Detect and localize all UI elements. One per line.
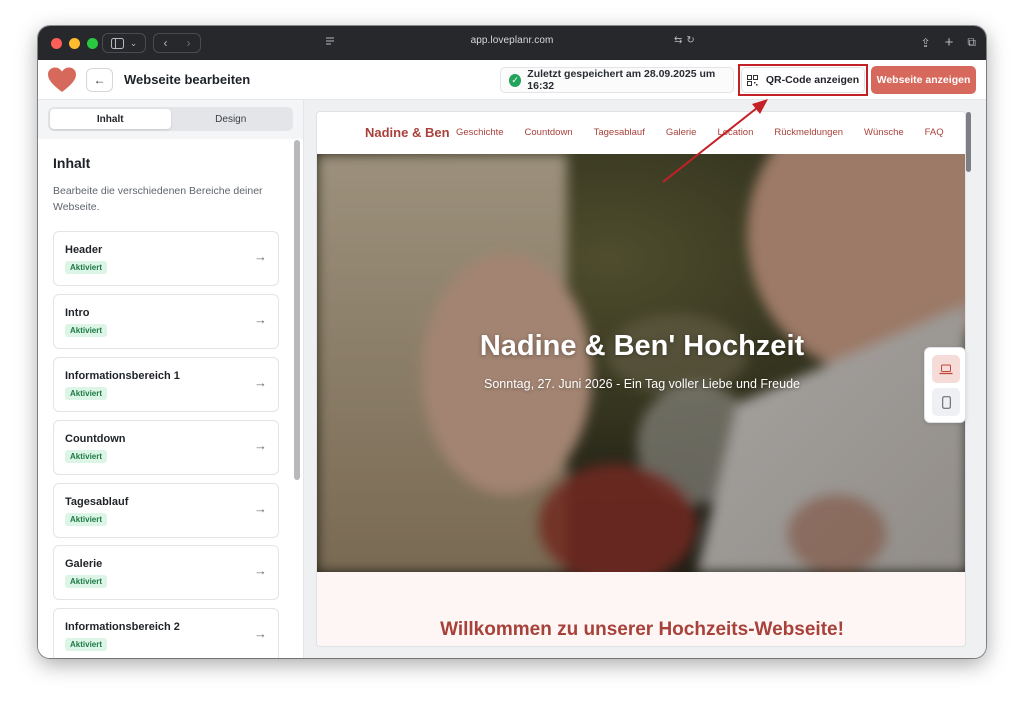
mobile-view-button[interactable] [932, 388, 960, 416]
status-badge: Aktiviert [65, 387, 108, 400]
tab-inhalt[interactable]: Inhalt [50, 109, 171, 129]
qr-button-highlight [738, 64, 868, 96]
device-toggle [924, 347, 966, 423]
share-icon[interactable]: ⇪ [921, 36, 931, 50]
welcome-section: Willkommen zu unserer Hochzeits-Webseite… [317, 572, 965, 646]
arrow-right-icon: → [254, 563, 267, 578]
arrow-right-icon: → [254, 312, 267, 327]
save-status: ✓ Zuletzt gespeichert am 28.09.2025 um 1… [500, 67, 734, 93]
reload-icon[interactable]: ↻ [686, 35, 694, 46]
arrow-right-icon: → [254, 438, 267, 453]
site-nav-faq[interactable]: FAQ [925, 127, 944, 138]
hero-subtitle: Sonntag, 27. Juni 2026 - Ein Tag voller … [484, 377, 800, 391]
sidebar-tabs: Inhalt Design [48, 107, 293, 131]
site-nav-wuensche[interactable]: Wünsche [864, 127, 904, 138]
section-description: Bearbeite die verschiedenen Bereiche dei… [53, 185, 263, 213]
phone-icon [941, 395, 951, 409]
status-badge: Aktiviert [65, 450, 108, 463]
welcome-heading: Willkommen zu unserer Hochzeits-Webseite… [440, 619, 844, 640]
hero-photo [317, 154, 965, 572]
check-circle-icon: ✓ [509, 73, 522, 87]
heart-logo-icon[interactable] [48, 67, 76, 93]
section-card-title: Countdown [65, 433, 126, 445]
site-nav-countdown[interactable]: Countdown [525, 127, 573, 138]
laptop-icon [939, 364, 953, 374]
address-actions: ⇆ ↻ [674, 35, 695, 46]
arrow-left-icon: ← [93, 73, 106, 87]
preview-scrollbar[interactable] [966, 112, 971, 172]
arrow-right-icon: → [254, 501, 267, 516]
site-brand[interactable]: Nadine & Ben [365, 125, 450, 140]
arrow-right-icon: → [254, 249, 267, 264]
website-preview: Nadine & Ben Geschichte Countdown Tagesa… [316, 111, 966, 647]
editor-sidebar: Inhalt Design Inhalt Bearbeite die versc… [38, 100, 304, 658]
browser-window: ⌄ ‹ › app.loveplanr.com ⇆ ↻ ⇪ + ⧉ ← Webs… [38, 26, 986, 658]
site-nav-tagesablauf[interactable]: Tagesablauf [594, 127, 645, 138]
site-nav-rueckmeldungen[interactable]: Rückmeldungen [774, 127, 843, 138]
section-card-title: Informationsbereich 1 [65, 370, 180, 382]
new-tab-icon[interactable]: + [945, 34, 954, 51]
section-card-title: Informationsbereich 2 [65, 621, 180, 633]
status-badge: Aktiviert [65, 575, 108, 588]
page-title: Webseite bearbeiten [124, 72, 251, 87]
translate-icon[interactable]: ⇆ [674, 35, 682, 46]
website-preview-area: Nadine & Ben Geschichte Countdown Tagesa… [304, 100, 986, 658]
section-title: Inhalt [53, 155, 91, 171]
hero-title: Nadine & Ben' Hochzeit [479, 330, 805, 362]
status-badge: Aktiviert [65, 638, 108, 651]
browser-toolbar: ⌄ ‹ › app.loveplanr.com ⇆ ↻ ⇪ + ⧉ [38, 26, 986, 60]
tab-design[interactable]: Design [171, 109, 292, 129]
tab-overview-icon[interactable]: ⧉ [967, 35, 976, 50]
section-card-title: Galerie [65, 558, 103, 570]
section-card-info-2[interactable]: Informationsbereich 2 Aktiviert → [53, 608, 279, 658]
hero-section: Nadine & Ben' Hochzeit Sonntag, 27. Juni… [317, 154, 965, 572]
site-nav-location[interactable]: Location [717, 127, 753, 138]
section-card-countdown[interactable]: Countdown Aktiviert → [53, 420, 279, 475]
desktop-view-button[interactable] [932, 355, 960, 383]
section-card-info-1[interactable]: Informationsbereich 1 Aktiviert → [53, 357, 279, 412]
view-website-button[interactable]: Webseite anzeigen [871, 66, 976, 94]
address-bar[interactable]: app.loveplanr.com [38, 35, 986, 46]
site-nav-galerie[interactable]: Galerie [666, 127, 697, 138]
site-nav-links: Geschichte Countdown Tagesablauf Galerie… [456, 127, 944, 138]
section-card-title: Tagesablauf [65, 496, 129, 508]
section-card-title: Header [65, 244, 103, 256]
site-navigation: Nadine & Ben Geschichte Countdown Tagesa… [317, 112, 965, 154]
back-button[interactable]: ← [86, 68, 113, 92]
status-badge: Aktiviert [65, 324, 108, 337]
arrow-right-icon: → [254, 626, 267, 641]
status-badge: Aktiviert [65, 261, 108, 274]
content-panel: Inhalt Bearbeite die verschiedenen Berei… [38, 139, 303, 658]
app-header: ← Webseite bearbeiten ✓ Zuletzt gespeich… [38, 60, 986, 100]
section-card-header[interactable]: Header Aktiviert → [53, 231, 279, 286]
section-card-title: Intro [65, 307, 90, 319]
save-status-text: Zuletzt gespeichert am 28.09.2025 um 16:… [527, 68, 716, 92]
sidebar-scrollbar[interactable] [294, 140, 300, 480]
status-badge: Aktiviert [65, 513, 108, 526]
toolbar-right-actions: ⇪ + ⧉ [921, 34, 976, 51]
arrow-right-icon: → [254, 375, 267, 390]
section-card-tagesablauf[interactable]: Tagesablauf Aktiviert → [53, 483, 279, 538]
section-card-galerie[interactable]: Galerie Aktiviert → [53, 545, 279, 600]
site-nav-geschichte[interactable]: Geschichte [456, 127, 504, 138]
section-card-intro[interactable]: Intro Aktiviert → [53, 294, 279, 349]
